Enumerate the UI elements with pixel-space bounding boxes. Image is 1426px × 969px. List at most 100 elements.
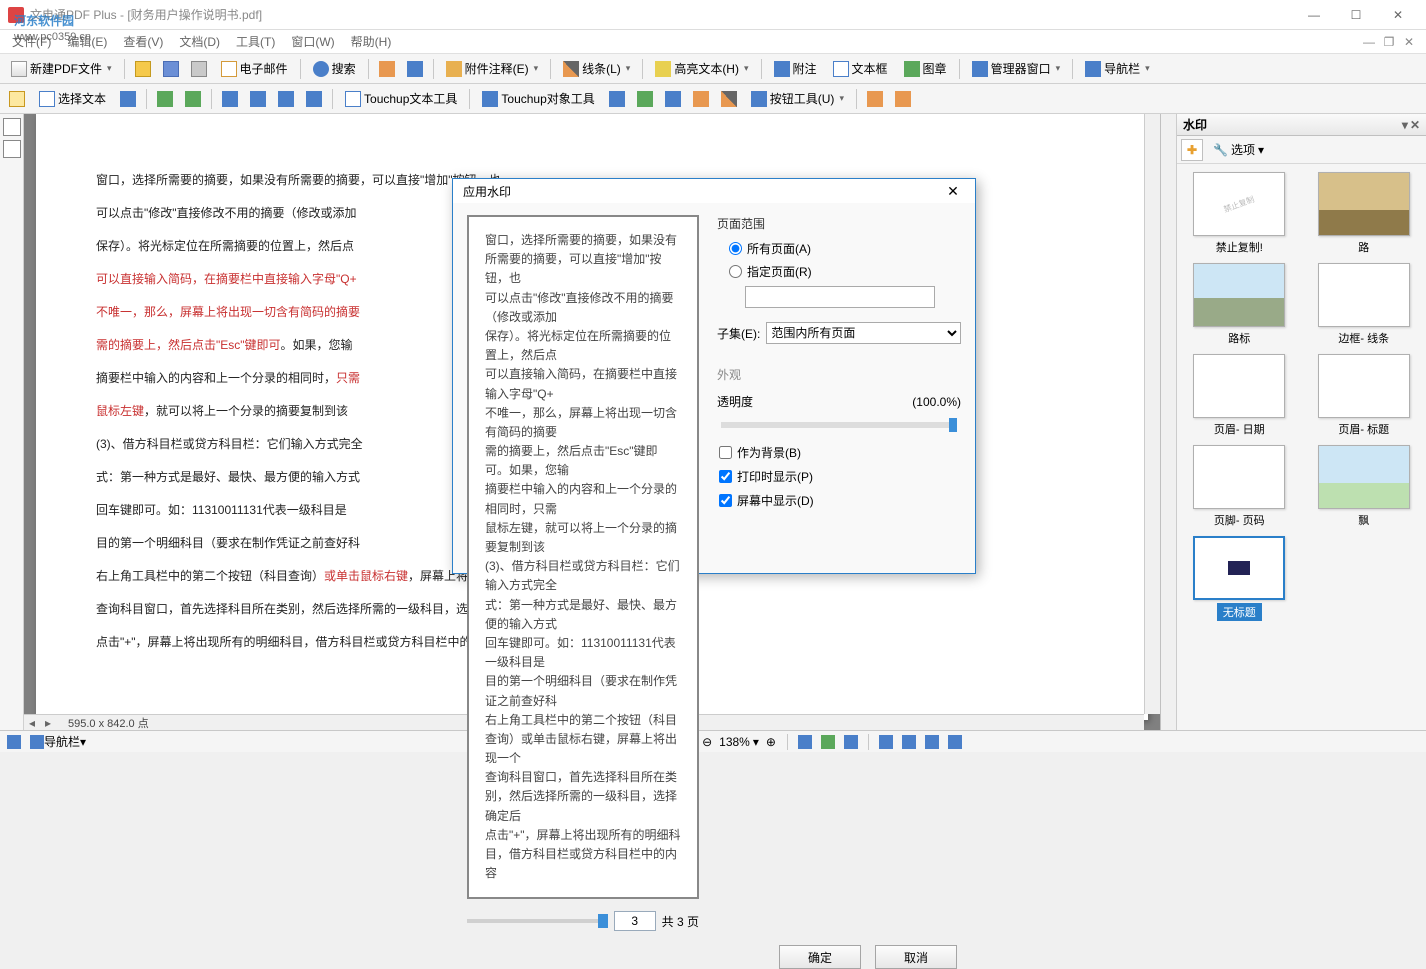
attach-note-button[interactable]: 附件注释(E)▾ bbox=[439, 57, 546, 81]
select-text-tool[interactable]: 选择文本 bbox=[32, 87, 113, 111]
search-button[interactable]: 搜索 bbox=[306, 57, 363, 81]
save-button[interactable] bbox=[158, 57, 184, 81]
watermark-thumb[interactable]: 禁止复制 禁止复制! bbox=[1183, 172, 1296, 255]
preview-page-slider[interactable] bbox=[467, 919, 608, 923]
menu-view[interactable]: 查看(V) bbox=[115, 31, 171, 52]
hand-tool[interactable] bbox=[4, 87, 30, 111]
add-watermark-button[interactable]: ✚ bbox=[1181, 139, 1203, 161]
mdi-restore[interactable]: ❐ bbox=[1380, 35, 1398, 49]
rotate-ccw[interactable] bbox=[152, 87, 178, 111]
thumb-preview bbox=[1318, 172, 1410, 236]
scan-button[interactable] bbox=[374, 57, 400, 81]
panel-options-button[interactable]: 🔧 选项 ▾ bbox=[1207, 139, 1270, 160]
edit-tool-1[interactable] bbox=[632, 87, 658, 111]
highlight-button[interactable]: 高亮文本(H)▾ bbox=[648, 57, 755, 81]
thumb-label: 页脚- 页码 bbox=[1214, 512, 1265, 528]
paste-tool[interactable] bbox=[890, 87, 916, 111]
preview-page-input[interactable] bbox=[614, 911, 656, 931]
thumb-preview bbox=[1193, 263, 1285, 327]
subset-select[interactable]: 范围内所有页面 bbox=[766, 322, 961, 344]
email-button[interactable]: 电子邮件 bbox=[214, 57, 295, 81]
page-range-input[interactable] bbox=[745, 286, 935, 308]
watermark-thumb[interactable]: 页眉- 标题 bbox=[1308, 354, 1421, 437]
panel-dropdown[interactable]: ▾ bbox=[1402, 118, 1408, 132]
scroll-left[interactable]: ◂ bbox=[24, 716, 40, 730]
edit-tool-2[interactable] bbox=[660, 87, 686, 111]
thumb-label: 页眉- 日期 bbox=[1214, 421, 1265, 437]
stamp-button[interactable]: 图章 bbox=[897, 57, 954, 81]
dialog-close-button[interactable]: ✕ bbox=[941, 179, 965, 203]
thumb-preview bbox=[1318, 354, 1410, 418]
window-title: 文电通PDF Plus - [财务用户操作说明书.pdf] bbox=[30, 6, 1294, 23]
scroll-right[interactable]: ▸ bbox=[40, 716, 56, 730]
new-pdf-button[interactable]: 新建PDF文件▾ bbox=[4, 57, 119, 81]
thumb-label: 边框- 线条 bbox=[1338, 330, 1389, 346]
cancel-button[interactable]: 取消 bbox=[875, 945, 957, 969]
transparency-slider[interactable] bbox=[721, 422, 957, 428]
close-button[interactable]: ✕ bbox=[1378, 2, 1418, 28]
right-panel: 水印 ▾ ✕ ✚ 🔧 选项 ▾ 禁止复制 禁止复制! 路 bbox=[1160, 114, 1426, 730]
menu-window[interactable]: 窗口(W) bbox=[283, 31, 342, 52]
mdi-minimize[interactable]: — bbox=[1360, 35, 1378, 49]
panel-close[interactable]: ✕ bbox=[1410, 118, 1420, 132]
nav-bar-button[interactable]: 导航栏▾ bbox=[1078, 57, 1157, 81]
watermark-thumb[interactable]: 页脚- 页码 bbox=[1183, 445, 1296, 528]
touchup-object-tool[interactable]: Touchup对象工具 bbox=[475, 87, 601, 111]
menu-document[interactable]: 文档(D) bbox=[171, 31, 228, 52]
vertical-scrollbar[interactable] bbox=[1144, 114, 1160, 714]
thumb-preview bbox=[1193, 445, 1285, 509]
maximize-button[interactable]: ☐ bbox=[1336, 2, 1376, 28]
watermark-thumb[interactable]: 飘 bbox=[1308, 445, 1421, 528]
edit-tool-4[interactable] bbox=[716, 87, 742, 111]
print-button[interactable] bbox=[186, 57, 212, 81]
preview-page: 窗口，选择所需要的摘要，如果没有所需要的摘要，可以直接"增加"按钮，也可以点击"… bbox=[467, 215, 699, 899]
thumb-label: 路标 bbox=[1228, 330, 1250, 346]
watermark-thumb[interactable]: 无标题 bbox=[1183, 536, 1296, 621]
transparency-value: (100.0%) bbox=[912, 395, 961, 409]
panel-scrollbar[interactable] bbox=[1161, 114, 1177, 730]
toolbar-edit: 选择文本 Touchup文本工具 Touchup对象工具 按钮工具(U)▾ bbox=[0, 84, 1426, 114]
rotate-cw[interactable] bbox=[180, 87, 206, 111]
gutter-bookmarks[interactable] bbox=[3, 140, 21, 158]
manager-window-button[interactable]: 管理器窗口▾ bbox=[965, 57, 1068, 81]
all-pages-radio[interactable]: 所有页面(A) bbox=[729, 240, 961, 257]
zoom-actual[interactable] bbox=[301, 87, 327, 111]
menu-tools[interactable]: 工具(T) bbox=[228, 31, 283, 52]
watermark-thumb[interactable]: 路标 bbox=[1183, 263, 1296, 346]
copy-tool[interactable] bbox=[862, 87, 888, 111]
menu-help[interactable]: 帮助(H) bbox=[343, 31, 400, 52]
show-screen-check[interactable]: 屏幕中显示(D) bbox=[719, 492, 961, 509]
lines-button[interactable]: 线条(L)▾ bbox=[556, 57, 637, 81]
status-nav-button[interactable]: 导航栏▾ bbox=[27, 733, 89, 751]
zoom-in[interactable] bbox=[217, 87, 243, 111]
minimize-button[interactable]: — bbox=[1294, 2, 1334, 28]
zoom-out[interactable] bbox=[245, 87, 271, 111]
show-print-check[interactable]: 打印时显示(P) bbox=[719, 468, 961, 485]
open-button[interactable] bbox=[130, 57, 156, 81]
wrench-icon: 🔧 bbox=[1213, 143, 1228, 157]
specified-pages-radio[interactable]: 指定页面(R) bbox=[729, 263, 961, 280]
zoom-fit[interactable] bbox=[273, 87, 299, 111]
site-watermark: 河东软件园 www.pc0359.cn bbox=[0, 0, 105, 51]
mdi-close[interactable]: ✕ bbox=[1400, 35, 1418, 49]
status-thumb-toggle[interactable] bbox=[4, 733, 24, 751]
ok-button[interactable]: 确定 bbox=[779, 945, 861, 969]
as-background-check[interactable]: 作为背景(B) bbox=[719, 444, 961, 461]
arrow-tool[interactable] bbox=[604, 87, 630, 111]
touchup-text-tool[interactable]: Touchup文本工具 bbox=[338, 87, 464, 111]
textbox-button[interactable]: 文本框 bbox=[826, 57, 895, 81]
snapshot-tool[interactable] bbox=[115, 87, 141, 111]
watermark-thumb[interactable]: 页眉- 日期 bbox=[1183, 354, 1296, 437]
edit-tool-3[interactable] bbox=[688, 87, 714, 111]
thumb-label: 飘 bbox=[1358, 512, 1369, 528]
thumb-label: 页眉- 标题 bbox=[1338, 421, 1389, 437]
tool-a-button[interactable] bbox=[402, 57, 428, 81]
attach-button[interactable]: 附注 bbox=[767, 57, 824, 81]
gutter-thumbnails[interactable] bbox=[3, 118, 21, 136]
left-gutter bbox=[0, 114, 24, 730]
panel-header: 水印 ▾ ✕ bbox=[1177, 114, 1426, 136]
button-tool[interactable]: 按钮工具(U)▾ bbox=[744, 87, 851, 111]
watermark-thumb[interactable]: 边框- 线条 bbox=[1308, 263, 1421, 346]
watermark-thumb[interactable]: 路 bbox=[1308, 172, 1421, 255]
dialog-titlebar[interactable]: 应用水印 ✕ bbox=[453, 179, 975, 203]
